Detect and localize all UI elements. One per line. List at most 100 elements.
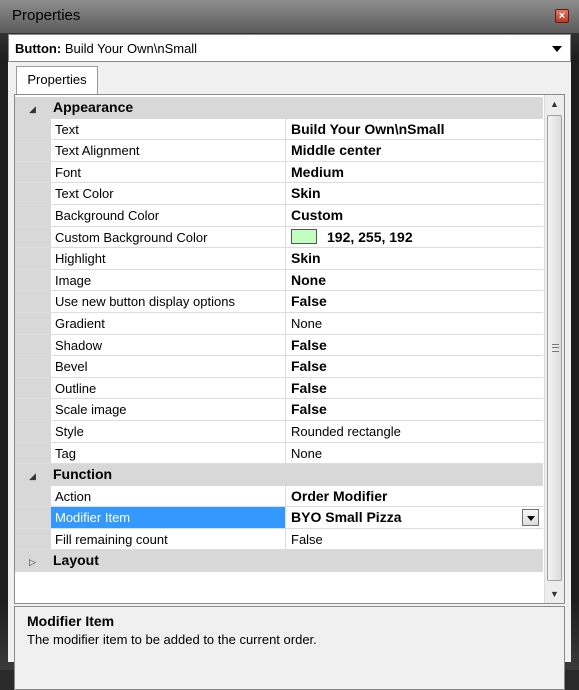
- property-row-action[interactable]: Action Order Modifier: [15, 485, 543, 508]
- window-client-area: Button: Build Your Own\nSmall Properties…: [8, 34, 571, 690]
- scrollbar-thumb[interactable]: [547, 115, 562, 581]
- property-row-image[interactable]: Image None: [15, 269, 543, 292]
- property-value[interactable]: Custom: [291, 207, 343, 223]
- row-gutter: [15, 204, 51, 226]
- category-label: Layout: [53, 552, 99, 569]
- column-divider[interactable]: [285, 291, 286, 312]
- property-value[interactable]: False: [291, 532, 323, 547]
- property-name: Background Color: [55, 207, 160, 223]
- dropdown-arrow-button[interactable]: [522, 509, 539, 527]
- column-divider[interactable]: [285, 161, 286, 183]
- property-value[interactable]: False: [291, 401, 327, 417]
- property-row-highlight[interactable]: Highlight Skin: [15, 248, 543, 270]
- row-gutter: [15, 269, 51, 291]
- column-divider[interactable]: [285, 204, 286, 226]
- column-divider[interactable]: [285, 226, 286, 248]
- property-value[interactable]: Order Modifier: [291, 488, 387, 504]
- expand-triangle-icon[interactable]: ▷: [29, 557, 36, 568]
- column-divider[interactable]: [285, 442, 286, 464]
- property-value[interactable]: False: [291, 358, 327, 374]
- title-bar[interactable]: Properties ×: [0, 0, 579, 34]
- collapse-triangle-icon[interactable]: ◢: [29, 104, 36, 115]
- property-value[interactable]: None: [291, 316, 322, 331]
- column-divider[interactable]: [285, 312, 286, 334]
- property-name: Custom Background Color: [55, 229, 208, 245]
- property-row-gradient[interactable]: Gradient None: [15, 312, 543, 335]
- property-value[interactable]: None: [291, 446, 322, 461]
- column-divider[interactable]: [285, 140, 286, 161]
- property-row-bevel[interactable]: Bevel False: [15, 356, 543, 378]
- property-name: Style: [55, 423, 84, 439]
- property-name: Image: [55, 272, 92, 288]
- row-gutter: [15, 291, 51, 312]
- property-name: Shadow: [55, 337, 102, 353]
- row-gutter: [15, 356, 51, 377]
- column-divider[interactable]: [285, 248, 286, 269]
- property-value[interactable]: False: [291, 380, 327, 396]
- property-name: Outline: [55, 380, 97, 396]
- property-value-color[interactable]: 192, 255, 192: [291, 228, 413, 245]
- description-pane: Modifier Item The modifier item to be ad…: [14, 606, 565, 690]
- property-row-style[interactable]: Style Rounded rectangle: [15, 420, 543, 443]
- column-divider[interactable]: [285, 269, 286, 291]
- property-row-background-color[interactable]: Background Color Custom: [15, 204, 543, 227]
- column-divider[interactable]: [285, 420, 286, 442]
- close-icon[interactable]: ×: [555, 9, 569, 23]
- property-row-shadow[interactable]: Shadow False: [15, 334, 543, 357]
- row-gutter: [15, 528, 51, 550]
- property-value[interactable]: Skin: [291, 185, 321, 201]
- property-row-text-color[interactable]: Text Color Skin: [15, 183, 543, 205]
- property-name: Text Color: [55, 186, 114, 202]
- column-divider[interactable]: [285, 485, 286, 507]
- category-layout[interactable]: ▷ Layout: [15, 550, 543, 573]
- property-name: Text Alignment: [55, 143, 140, 159]
- property-row-outline[interactable]: Outline False: [15, 377, 543, 400]
- property-name: Modifier Item: [55, 510, 131, 526]
- collapse-triangle-icon[interactable]: ◢: [29, 471, 36, 482]
- property-row-custom-background-color[interactable]: Custom Background Color 192, 255, 192: [15, 226, 543, 249]
- property-value[interactable]: None: [291, 272, 326, 288]
- column-divider[interactable]: [285, 377, 286, 399]
- property-row-fill-remaining-count[interactable]: Fill remaining count False: [15, 528, 543, 551]
- vertical-scrollbar[interactable]: ▲ ▼: [544, 95, 564, 603]
- property-value[interactable]: Build Your Own\nSmall: [291, 121, 445, 137]
- property-row-use-new-button-display-options[interactable]: Use new button display options False: [15, 291, 543, 313]
- category-label: Appearance: [53, 99, 134, 115]
- row-gutter: [15, 183, 51, 204]
- object-selector-label: Button: Build Your Own\nSmall: [15, 41, 197, 56]
- property-value[interactable]: Skin: [291, 250, 321, 266]
- chevron-down-icon[interactable]: [552, 46, 562, 52]
- category-appearance[interactable]: ◢ Appearance: [15, 97, 543, 119]
- property-row-text-alignment[interactable]: Text Alignment Middle center: [15, 140, 543, 162]
- property-value[interactable]: False: [291, 293, 327, 309]
- property-row-modifier-item[interactable]: Modifier Item BYO Small Pizza: [15, 507, 543, 529]
- property-name: Fill remaining count: [55, 531, 168, 547]
- object-selector-dropdown[interactable]: Button: Build Your Own\nSmall: [8, 34, 571, 62]
- column-divider[interactable]: [285, 118, 286, 140]
- column-divider[interactable]: [285, 507, 286, 528]
- row-gutter: [15, 377, 51, 399]
- column-divider[interactable]: [285, 399, 286, 420]
- tab-properties[interactable]: Properties: [16, 66, 98, 95]
- column-divider[interactable]: [285, 528, 286, 550]
- property-row-tag[interactable]: Tag None: [15, 442, 543, 465]
- property-row-font[interactable]: Font Medium: [15, 161, 543, 184]
- column-divider[interactable]: [285, 334, 286, 356]
- column-divider[interactable]: [285, 356, 286, 377]
- category-function[interactable]: ◢ Function: [15, 464, 543, 486]
- property-name: Tag: [55, 445, 76, 461]
- property-value[interactable]: Rounded rectangle: [291, 424, 401, 439]
- property-value[interactable]: False: [291, 337, 327, 353]
- column-divider[interactable]: [285, 183, 286, 204]
- scroll-up-icon[interactable]: ▲: [545, 95, 564, 113]
- property-value[interactable]: Middle center: [291, 142, 381, 158]
- row-gutter: [15, 334, 51, 356]
- scroll-down-icon[interactable]: ▼: [545, 585, 564, 603]
- property-row-text[interactable]: Text Build Your Own\nSmall: [15, 118, 543, 141]
- property-row-scale-image[interactable]: Scale image False: [15, 399, 543, 421]
- row-gutter: [15, 140, 51, 161]
- property-value[interactable]: Medium: [291, 164, 344, 180]
- property-value-dropdown[interactable]: BYO Small Pizza: [291, 509, 401, 525]
- row-gutter: [15, 118, 51, 140]
- row-gutter: [15, 442, 51, 464]
